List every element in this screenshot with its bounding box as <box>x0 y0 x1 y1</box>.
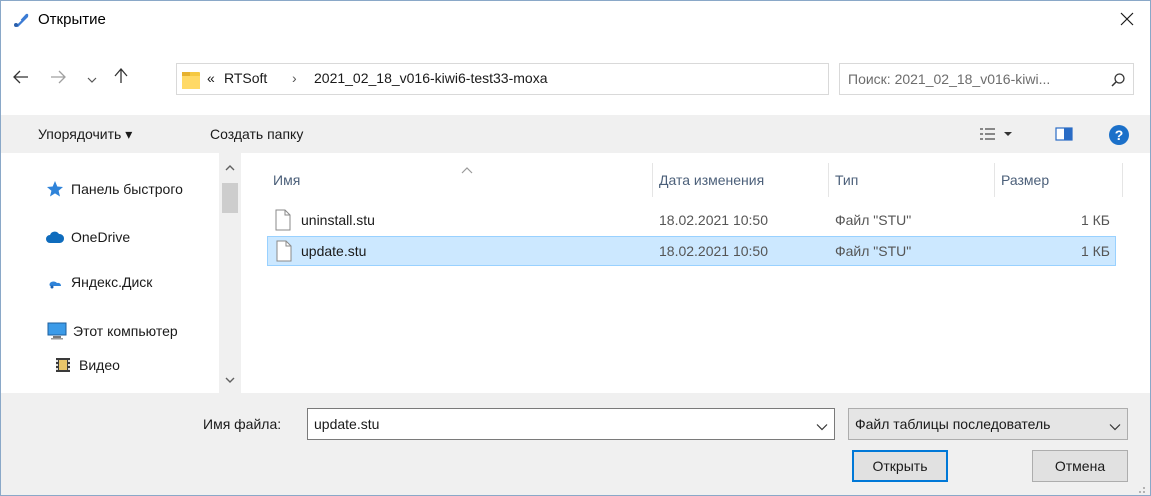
filename-history-button[interactable] <box>816 418 828 434</box>
sidebar-item-label: Этот компьютер <box>73 323 178 339</box>
cancel-button[interactable]: Отмена <box>1032 450 1128 482</box>
sort-ascending-icon <box>461 161 473 177</box>
arrow-right-icon <box>50 68 66 89</box>
video-folder-icon <box>53 356 73 374</box>
column-header-label: Тип <box>835 172 859 188</box>
file-type: Файл "STU" <box>835 212 912 228</box>
file-list: Имя Дата изменения Тип Размер uninstall.… <box>257 153 1150 393</box>
sidebar-item-onedrive[interactable]: OneDrive <box>45 225 130 249</box>
file-type-selected: Файл таблицы последователь <box>855 416 1051 432</box>
file-icon <box>275 209 291 231</box>
column-header-label: Размер <box>1001 172 1050 188</box>
filename-label: Имя файла: <box>203 416 282 432</box>
navigation-pane: Панель быстрого OneDrive Яндекс.Диск Это… <box>1 153 245 393</box>
sidebar-item-video[interactable]: Видео <box>53 353 120 377</box>
forward-button[interactable] <box>47 67 69 89</box>
window-title: Открытие <box>38 11 106 28</box>
table-row[interactable]: update.stu 18.02.2021 10:50 Файл "STU" 1… <box>267 236 1116 266</box>
new-folder-button[interactable]: Создать папку <box>210 126 303 142</box>
title-bar: Открытие <box>1 1 1150 39</box>
back-button[interactable] <box>10 67 32 89</box>
close-button[interactable] <box>1104 1 1150 39</box>
file-type-select[interactable]: Файл таблицы последователь <box>848 408 1128 440</box>
file-size: 1 КБ <box>1080 212 1110 228</box>
folder-icon <box>181 69 201 91</box>
cloud-icon <box>45 228 65 246</box>
close-icon <box>1120 12 1134 29</box>
navigation-bar: « RTSoft › 2021_02_18_v016-kiwi6-test33-… <box>1 63 1150 103</box>
table-row[interactable]: uninstall.stu 18.02.2021 10:50 Файл "STU… <box>267 206 1116 236</box>
dialog-footer: Имя файла: Файл таблицы последователь От… <box>1 393 1150 495</box>
column-header-date[interactable]: Дата изменения <box>653 163 829 197</box>
file-name: uninstall.stu <box>301 212 375 228</box>
breadcrumb-rtsoft[interactable]: RTSoft <box>224 70 267 86</box>
search-input[interactable] <box>848 69 1103 89</box>
app-feather-icon <box>12 11 30 29</box>
up-button[interactable] <box>110 67 132 89</box>
change-view-button[interactable] <box>976 125 1018 145</box>
sidebar-item-label: OneDrive <box>71 229 131 245</box>
file-icon <box>276 240 292 262</box>
sidebar-item-label: Панель быстрого <box>71 181 183 197</box>
preview-pane-icon <box>1055 126 1073 144</box>
file-date: 18.02.2021 10:50 <box>659 243 768 259</box>
address-bar[interactable]: « RTSoft › 2021_02_18_v016-kiwi6-test33-… <box>176 63 992 95</box>
yandex-disk-icon <box>45 273 65 291</box>
open-button[interactable]: Открыть <box>852 450 948 482</box>
help-icon: ? <box>1109 125 1129 145</box>
scroll-down-button[interactable] <box>219 371 241 387</box>
scrollbar-thumb[interactable] <box>222 183 238 213</box>
file-type: Файл "STU" <box>835 243 912 259</box>
sidebar-item-label: Видео <box>79 357 120 373</box>
breadcrumb-overflow[interactable]: « <box>207 70 215 86</box>
arrow-up-icon <box>114 67 128 89</box>
preview-pane-button[interactable] <box>1053 125 1075 145</box>
filename-field[interactable] <box>307 408 835 440</box>
chevron-down-icon <box>87 68 97 89</box>
search-box[interactable] <box>839 63 1134 95</box>
filename-input[interactable] <box>314 414 794 434</box>
breadcrumb-current-folder[interactable]: 2021_02_18_v016-kiwi6-test33-moxa <box>314 70 547 86</box>
command-toolbar: Упорядочить ▾ Создать папку ? <box>1 115 1150 153</box>
computer-icon <box>47 322 67 340</box>
chevron-up-icon <box>225 159 235 175</box>
quick-access-star-icon <box>45 180 65 198</box>
view-details-icon <box>979 127 1015 144</box>
arrow-left-icon <box>13 68 29 89</box>
resize-grip-icon[interactable] <box>1136 481 1146 493</box>
column-header-size[interactable]: Размер <box>995 163 1123 197</box>
search-icon[interactable] <box>1110 72 1126 88</box>
column-header-name[interactable]: Имя <box>267 163 653 197</box>
column-header-label: Дата изменения <box>659 172 765 188</box>
sidebar-scrollbar[interactable] <box>219 153 241 393</box>
recent-locations-button[interactable] <box>81 67 103 89</box>
organize-button[interactable]: Упорядочить ▾ <box>38 126 132 143</box>
file-size: 1 КБ <box>1080 243 1110 259</box>
chevron-down-icon <box>225 371 235 387</box>
sidebar-item-yandex-disk[interactable]: Яндекс.Диск <box>45 270 152 294</box>
scroll-up-button[interactable] <box>219 159 241 175</box>
file-name: update.stu <box>301 243 367 259</box>
sidebar-item-this-pc[interactable]: Этот компьютер <box>47 319 178 343</box>
chevron-down-icon <box>816 418 828 434</box>
content-area: Панель быстрого OneDrive Яндекс.Диск Это… <box>1 153 1150 393</box>
chevron-down-icon <box>1109 418 1121 434</box>
help-button[interactable]: ? <box>1108 125 1130 145</box>
sidebar-item-quick-access[interactable]: Панель быстрого <box>45 177 183 201</box>
open-file-dialog: Открытие « RTSoft › 2021_02_18_v016-kiwi… <box>0 0 1151 496</box>
file-date: 18.02.2021 10:50 <box>659 212 768 228</box>
sidebar-item-label: Яндекс.Диск <box>71 274 153 290</box>
column-header-label: Имя <box>273 172 301 188</box>
column-header-type[interactable]: Тип <box>829 163 995 197</box>
breadcrumb-separator[interactable]: › <box>292 70 297 86</box>
